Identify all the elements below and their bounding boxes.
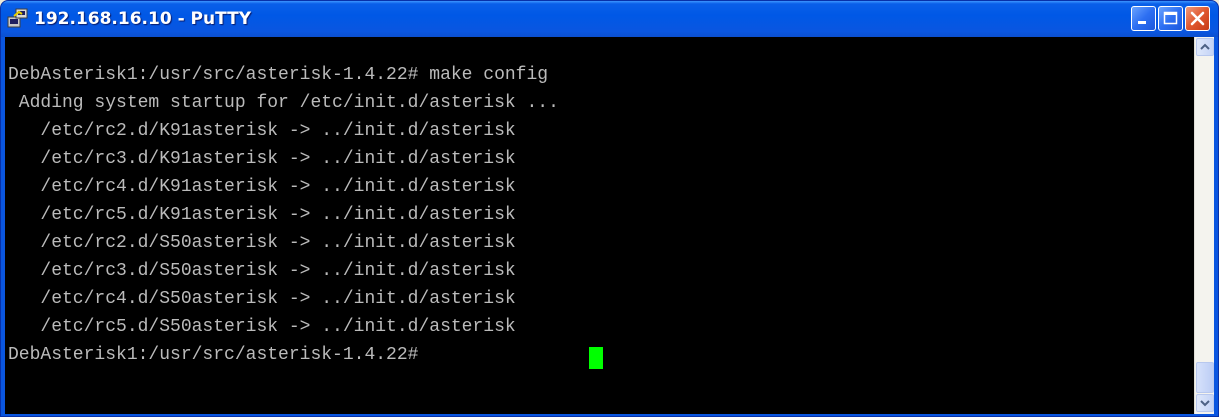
terminal-screen[interactable]: DebAsterisk1:/usr/src/asterisk-1.4.22# m… bbox=[5, 37, 1194, 414]
scrollbar-thumb[interactable] bbox=[1196, 362, 1214, 393]
terminal-prompt-line: DebAsterisk1:/usr/src/asterisk-1.4.22# bbox=[8, 345, 430, 365]
terminal-cursor bbox=[589, 347, 603, 369]
close-icon bbox=[1190, 11, 1205, 26]
terminal-line: /etc/rc3.d/S50asterisk -> ../init.d/aste… bbox=[8, 261, 516, 281]
terminal-line: /etc/rc2.d/K91asterisk -> ../init.d/aste… bbox=[8, 121, 516, 141]
maximize-icon bbox=[1163, 11, 1178, 25]
terminal-line: Adding system startup for /etc/init.d/as… bbox=[8, 93, 559, 113]
scroll-down-arrow-icon bbox=[1200, 400, 1210, 407]
putty-icon[interactable] bbox=[7, 8, 29, 30]
vertical-scrollbar[interactable] bbox=[1194, 37, 1214, 414]
minimize-button[interactable] bbox=[1131, 6, 1156, 31]
title-bar[interactable]: 192.168.16.10 - PuTTY bbox=[1, 1, 1218, 37]
scroll-down-button[interactable] bbox=[1196, 394, 1214, 412]
client-area: DebAsterisk1:/usr/src/asterisk-1.4.22# m… bbox=[5, 37, 1214, 414]
terminal-line: /etc/rc3.d/K91asterisk -> ../init.d/aste… bbox=[8, 149, 516, 169]
window-title: 192.168.16.10 - PuTTY bbox=[34, 9, 252, 29]
maximize-button[interactable] bbox=[1158, 6, 1183, 31]
terminal-line: /etc/rc5.d/K91asterisk -> ../init.d/aste… bbox=[8, 205, 516, 225]
close-button[interactable] bbox=[1185, 6, 1210, 31]
minimize-icon bbox=[1138, 21, 1146, 24]
terminal-line: /etc/rc4.d/K91asterisk -> ../init.d/aste… bbox=[8, 177, 516, 197]
terminal-line: /etc/rc4.d/S50asterisk -> ../init.d/aste… bbox=[8, 289, 516, 309]
terminal-line: /etc/rc2.d/S50asterisk -> ../init.d/aste… bbox=[8, 233, 516, 253]
terminal-line: DebAsterisk1:/usr/src/asterisk-1.4.22# m… bbox=[8, 65, 549, 85]
scroll-up-button[interactable] bbox=[1196, 38, 1214, 56]
putty-window: 192.168.16.10 - PuTTY DebAsterisk1:/usr/… bbox=[0, 0, 1219, 417]
scroll-up-arrow-icon bbox=[1200, 43, 1210, 50]
terminal-line: /etc/rc5.d/S50asterisk -> ../init.d/aste… bbox=[8, 317, 516, 337]
